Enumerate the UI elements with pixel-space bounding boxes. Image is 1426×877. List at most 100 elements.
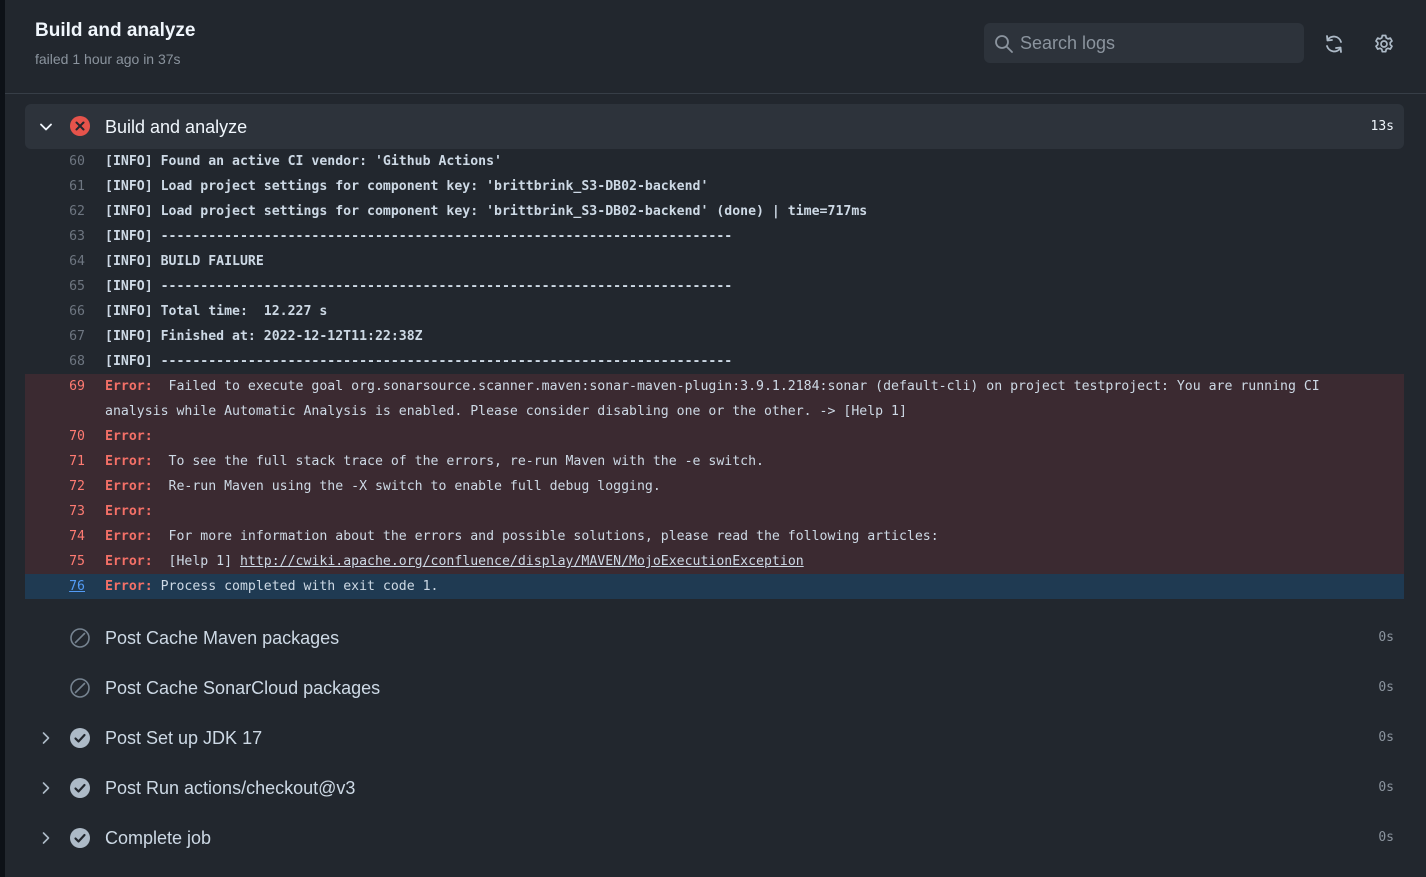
log-line: 74 Error: For more information about the … bbox=[25, 524, 1404, 549]
error-message: [Help 1] bbox=[160, 554, 240, 569]
search-box[interactable] bbox=[984, 23, 1304, 63]
log-text: [INFO] Total time: 12.227 s bbox=[105, 304, 328, 319]
error-prefix: Error: bbox=[105, 379, 161, 394]
step-header-build-and-analyze[interactable]: Build and analyze 13s bbox=[25, 104, 1404, 149]
log-text: Error: Re-run Maven using the -X switch … bbox=[105, 474, 1404, 499]
line-number[interactable]: 67 bbox=[25, 324, 85, 349]
error-prefix: Error: bbox=[105, 454, 161, 469]
line-number[interactable]: 64 bbox=[25, 249, 85, 274]
line-number[interactable]: 60 bbox=[25, 149, 85, 174]
log-text: Error: To see the full stack trace of th… bbox=[105, 449, 1404, 474]
check-circle-fill-icon bbox=[70, 828, 90, 848]
line-number[interactable]: 65 bbox=[25, 274, 85, 299]
log-text: [INFO] ---------------------------------… bbox=[105, 354, 733, 369]
step-row[interactable]: Post Cache Maven packages 0s bbox=[25, 616, 1404, 660]
check-circle-fill-icon bbox=[70, 778, 90, 798]
log-text: Error: [Help 1] http://cwiki.apache.org/… bbox=[105, 549, 1404, 574]
log-text: Error: Process completed with exit code … bbox=[105, 574, 1404, 599]
step-name: Build and analyze bbox=[105, 117, 248, 137]
error-prefix: Error: bbox=[105, 429, 161, 444]
step-name: Post Cache Maven packages bbox=[105, 628, 340, 648]
log-text: [INFO] Found an active CI vendor: 'Githu… bbox=[105, 154, 502, 169]
log-line: 64 [INFO] BUILD FAILURE bbox=[25, 249, 1404, 274]
log-output: 60 [INFO] Found an active CI vendor: 'Git… bbox=[25, 149, 1404, 599]
log-line: 69 Error: Failed to execute goal org.sona… bbox=[25, 374, 1404, 424]
step-name: Post Run actions/checkout@v3 bbox=[105, 778, 356, 798]
gear-icon[interactable] bbox=[1373, 33, 1395, 55]
step-row[interactable]: Post Run actions/checkout@v3 0s bbox=[25, 766, 1404, 810]
log-line: 60 [INFO] Found an active CI vendor: 'Git… bbox=[25, 149, 1404, 174]
log-line: 75 Error: [Help 1] http://cwiki.apache.or… bbox=[25, 549, 1404, 574]
line-number[interactable]: 73 bbox=[25, 499, 85, 524]
error-prefix: Error: bbox=[105, 529, 161, 544]
step-duration: 0s bbox=[1378, 830, 1394, 845]
error-message: Process completed with exit code 1. bbox=[160, 579, 439, 594]
chevron-right-icon[interactable] bbox=[39, 781, 53, 795]
log-line: 62 [INFO] Load project settings for compo… bbox=[25, 199, 1404, 224]
chevron-down-icon[interactable] bbox=[39, 120, 53, 134]
line-number[interactable]: 70 bbox=[25, 424, 85, 449]
line-number[interactable]: 74 bbox=[25, 524, 85, 549]
job-log-panel: Build and analyze failed 1 hour ago in 3… bbox=[5, 0, 1426, 877]
step-name: Complete job bbox=[105, 828, 212, 848]
log-text: [INFO] ---------------------------------… bbox=[105, 229, 733, 244]
log-line: 61 [INFO] Load project settings for compo… bbox=[25, 174, 1404, 199]
error-prefix: Error: bbox=[105, 554, 161, 569]
log-line: 76 Error: Process completed with exit cod… bbox=[25, 574, 1404, 599]
line-number[interactable]: 76 bbox=[25, 574, 85, 599]
line-number[interactable]: 72 bbox=[25, 474, 85, 499]
error-prefix: Error: bbox=[105, 504, 161, 519]
x-circle-fill-icon bbox=[70, 116, 90, 136]
line-number[interactable]: 69 bbox=[25, 374, 85, 399]
job-status-text: failed 1 hour ago in 37s bbox=[35, 51, 181, 67]
log-line: 70 Error: bbox=[25, 424, 1404, 449]
line-number[interactable]: 62 bbox=[25, 199, 85, 224]
chevron-right-icon[interactable] bbox=[39, 831, 53, 845]
log-line: 67 [INFO] Finished at: 2022-12-12T11:22:3… bbox=[25, 324, 1404, 349]
log-text: Error: bbox=[105, 499, 1404, 524]
log-line: 63 [INFO] -------------------------------… bbox=[25, 224, 1404, 249]
log-text: Error: bbox=[105, 424, 1404, 449]
log-text: [INFO] Finished at: 2022-12-12T11:22:38Z bbox=[105, 329, 423, 344]
step-duration: 0s bbox=[1378, 680, 1394, 695]
line-number[interactable]: 75 bbox=[25, 549, 85, 574]
step-name: Post Set up JDK 17 bbox=[105, 728, 263, 748]
step-duration: 0s bbox=[1378, 780, 1394, 795]
line-number[interactable]: 63 bbox=[25, 224, 85, 249]
step-duration: 0s bbox=[1378, 730, 1394, 745]
log-text: Error: Failed to execute goal org.sonars… bbox=[105, 374, 1404, 424]
job-title: Build and analyze bbox=[35, 20, 196, 41]
refresh-icon[interactable] bbox=[1323, 33, 1345, 55]
chevron-right-icon[interactable] bbox=[39, 731, 53, 745]
step-name: Post Cache SonarCloud packages bbox=[105, 678, 381, 698]
log-link[interactable]: http://cwiki.apache.org/confluence/displ… bbox=[240, 554, 804, 569]
line-number[interactable]: 61 bbox=[25, 174, 85, 199]
check-circle-fill-icon bbox=[70, 728, 90, 748]
log-line: 68 [INFO] -------------------------------… bbox=[25, 349, 1404, 374]
log-line: 65 [INFO] -------------------------------… bbox=[25, 274, 1404, 299]
line-number[interactable]: 66 bbox=[25, 299, 85, 324]
line-number[interactable]: 68 bbox=[25, 349, 85, 374]
log-text: [INFO] ---------------------------------… bbox=[105, 279, 733, 294]
step-row[interactable]: Post Cache SonarCloud packages 0s bbox=[25, 666, 1404, 710]
search-logs-input[interactable] bbox=[1020, 23, 1296, 63]
log-line: 66 [INFO] Total time: 12.227 s bbox=[25, 299, 1404, 324]
log-line: 71 Error: To see the full stack trace of … bbox=[25, 449, 1404, 474]
log-line: 73 Error: bbox=[25, 499, 1404, 524]
skipped-icon bbox=[70, 628, 90, 648]
error-prefix: Error: bbox=[105, 479, 161, 494]
search-icon bbox=[995, 35, 1013, 53]
step-row[interactable]: Complete job 0s bbox=[25, 816, 1404, 860]
step-duration: 13s bbox=[1370, 119, 1394, 134]
step-duration: 0s bbox=[1378, 630, 1394, 645]
log-text: [INFO] Load project settings for compone… bbox=[105, 179, 709, 194]
error-message: For more information about the errors an… bbox=[160, 529, 939, 544]
log-text: [INFO] BUILD FAILURE bbox=[105, 254, 264, 269]
error-message: Failed to execute goal org.sonarsource.s… bbox=[105, 379, 1328, 419]
error-message: To see the full stack trace of the error… bbox=[160, 454, 764, 469]
skipped-icon bbox=[70, 678, 90, 698]
error-prefix: Error: bbox=[105, 579, 161, 594]
step-row[interactable]: Post Set up JDK 17 0s bbox=[25, 716, 1404, 760]
line-number[interactable]: 71 bbox=[25, 449, 85, 474]
job-header: Build and analyze failed 1 hour ago in 3… bbox=[5, 0, 1426, 94]
